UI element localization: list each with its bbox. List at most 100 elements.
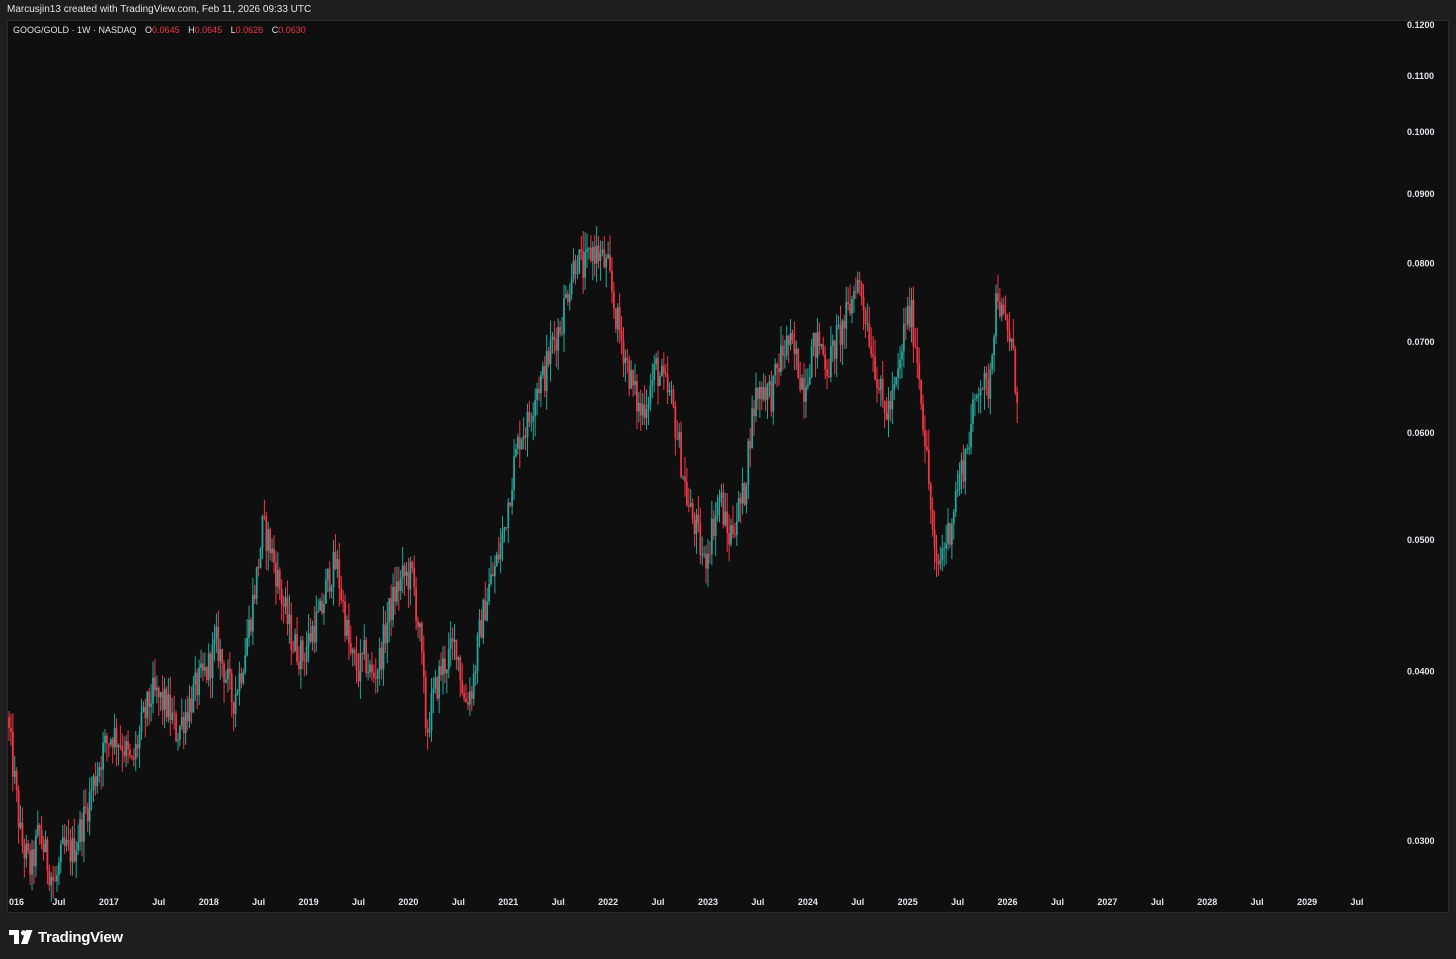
candle-body-down bbox=[275, 562, 277, 587]
candle-body-up bbox=[495, 554, 498, 566]
candle-body-up bbox=[326, 568, 329, 580]
candle-body-down bbox=[349, 642, 352, 653]
candle-body-up bbox=[576, 273, 579, 275]
candle-body-down bbox=[628, 359, 631, 389]
candle-body-down bbox=[497, 554, 500, 560]
candle-body-up bbox=[299, 640, 302, 670]
candle-body-down bbox=[872, 354, 875, 357]
candle-body-down bbox=[148, 691, 151, 707]
price-tick-label: 0.0900 bbox=[1407, 189, 1435, 199]
candle-body-up bbox=[724, 511, 727, 526]
candle-body-up bbox=[551, 336, 554, 341]
candle-body-up bbox=[315, 612, 318, 643]
candle-body-up bbox=[831, 340, 834, 347]
candle-body-down bbox=[470, 691, 473, 700]
candle-body-down bbox=[728, 533, 731, 545]
candle-body-down bbox=[161, 692, 164, 711]
candle-body-up bbox=[324, 579, 327, 604]
candle-body-up bbox=[695, 514, 698, 534]
price-tick-label: 0.0700 bbox=[1407, 337, 1435, 347]
candle-body-down bbox=[849, 303, 851, 314]
candle-body-up bbox=[401, 565, 404, 579]
candle-body-up bbox=[968, 447, 971, 450]
candle-body-up bbox=[837, 324, 840, 326]
candle-body-down bbox=[876, 379, 878, 389]
candle-body-up bbox=[449, 638, 452, 649]
candle-body-down bbox=[553, 336, 556, 340]
candle-body-up bbox=[503, 527, 506, 532]
candle-body-down bbox=[574, 260, 577, 275]
candle-body-down bbox=[1012, 338, 1015, 349]
candle-body-down bbox=[459, 657, 462, 681]
candle-body-up bbox=[534, 399, 537, 417]
candle-body-down bbox=[691, 503, 694, 520]
candle-body-up bbox=[887, 400, 890, 420]
candle-body-up bbox=[92, 776, 95, 791]
candle-body-down bbox=[538, 388, 540, 394]
candle-body-down bbox=[559, 327, 562, 334]
time-axis[interactable]: 016 Jul 2017 Jul 2018 Jul 2019 Jul 2020 Jul 2021 Ju… bbox=[9, 897, 1364, 907]
candle-body-down bbox=[672, 390, 675, 407]
candle-body-up bbox=[979, 389, 982, 396]
candle-body-up bbox=[236, 692, 239, 694]
candle-body-down bbox=[465, 698, 467, 703]
candle-body-down bbox=[797, 348, 800, 378]
footer-bar bbox=[0, 913, 1456, 959]
candle-body-down bbox=[733, 533, 736, 536]
candle-body-down bbox=[154, 677, 156, 691]
candle-body-up bbox=[939, 559, 942, 565]
candle-body-down bbox=[374, 677, 377, 679]
tradingview-logo[interactable]: TradingView bbox=[9, 929, 123, 946]
candle-body-up bbox=[735, 521, 738, 536]
candle-body-up bbox=[789, 332, 792, 346]
candle-body-down bbox=[547, 351, 550, 365]
candle-body-down bbox=[173, 712, 176, 714]
candle-body-up bbox=[56, 874, 58, 882]
candle-body-down bbox=[46, 839, 49, 871]
candle-body-down bbox=[935, 549, 938, 563]
candle-body-down bbox=[186, 712, 189, 722]
candle-body-down bbox=[342, 599, 345, 602]
candle-body-up bbox=[499, 542, 502, 560]
candle-body-up bbox=[670, 390, 673, 391]
time-tick-label: Jul bbox=[951, 897, 964, 907]
candle-body-up bbox=[507, 502, 510, 529]
candle-body-up bbox=[501, 531, 504, 543]
symbol-label[interactable]: GOOG/GOLD · 1W · NASDAQ bbox=[13, 25, 137, 35]
price-axis[interactable]: 0.1200 0.1100 0.1000 0.0900 0.0800 0.0700 0.06… bbox=[1407, 20, 1435, 846]
candle-body-up bbox=[386, 622, 389, 644]
candle-body-up bbox=[113, 728, 116, 748]
candle-body-up bbox=[545, 351, 548, 391]
candle-body-down bbox=[273, 548, 275, 563]
candle-body-up bbox=[785, 335, 788, 356]
candle-body-up bbox=[758, 386, 761, 399]
candle-body-up bbox=[906, 305, 909, 325]
candle-body-down bbox=[292, 650, 295, 652]
candle-body-up bbox=[138, 731, 141, 749]
candle-body-down bbox=[518, 437, 521, 450]
symbol-legend: GOOG/GOLD · 1W · NASDAQ O0.0645 H0.0645 … bbox=[13, 25, 306, 35]
candle-body-down bbox=[555, 339, 558, 351]
candle-body-up bbox=[248, 619, 250, 639]
candle-body-up bbox=[653, 364, 656, 381]
price-chart[interactable]: 0.1200 0.1100 0.1000 0.0900 0.0800 0.0700 0.06… bbox=[7, 20, 1449, 913]
candle-body-down bbox=[657, 358, 659, 386]
candle-body-down bbox=[524, 435, 527, 438]
candle-body-down bbox=[413, 567, 416, 588]
candle-body-up bbox=[79, 819, 81, 843]
candle-body-down bbox=[451, 638, 454, 642]
candle-body-up bbox=[346, 619, 348, 636]
candle-body-up bbox=[405, 571, 408, 576]
candle-body-up bbox=[307, 633, 310, 647]
candle-body-down bbox=[687, 505, 690, 507]
candle-body-up bbox=[31, 849, 33, 875]
candle-body-down bbox=[931, 509, 934, 530]
candle-body-up bbox=[805, 386, 807, 402]
candle-body-up bbox=[430, 693, 433, 731]
candle-body-up bbox=[659, 376, 661, 386]
candle-body-down bbox=[223, 663, 225, 683]
time-tick-label: Jul bbox=[851, 897, 864, 907]
candle-body-up bbox=[808, 377, 811, 385]
candle-body-down bbox=[106, 735, 108, 744]
candle-body-down bbox=[770, 381, 773, 412]
